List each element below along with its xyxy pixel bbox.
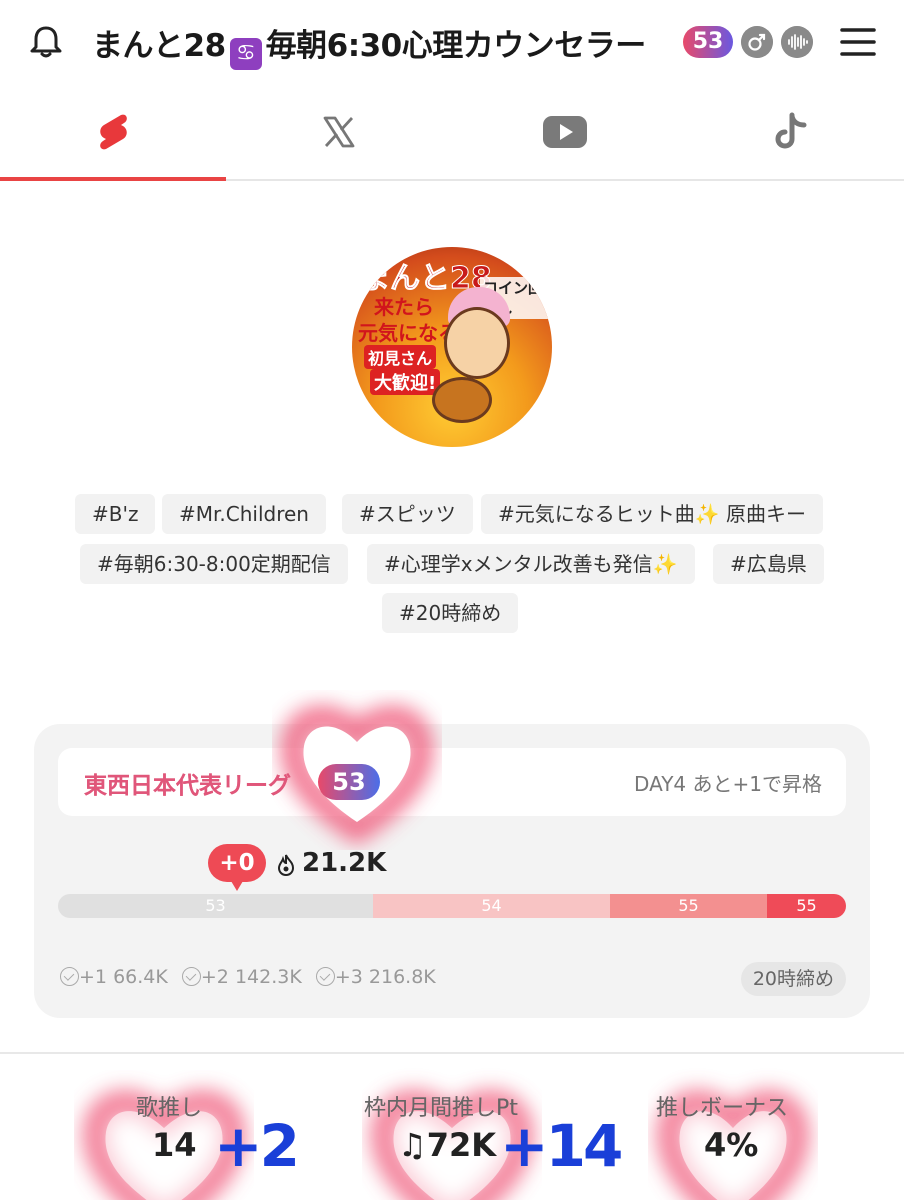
title-prefix: まんと28 (92, 28, 226, 64)
cancer-zodiac-icon: ♋ (229, 38, 262, 70)
avatar-text-newcomer: 初見さん (364, 345, 437, 369)
stat-label-bonus-overlay: 推しボーナス (656, 1096, 789, 1121)
league-name: 東西日本代表リーグ (84, 773, 291, 799)
hashtag-chip[interactable]: #B'z (75, 494, 156, 534)
song-support-increase-overlay: +2 (214, 1112, 300, 1180)
progress-segment: 55 (610, 894, 767, 918)
male-icon (741, 26, 773, 58)
social-tabs (0, 84, 904, 181)
monthly-pt-increase-overlay: +14 (500, 1112, 623, 1180)
stat-value-bonus-overlay: 4% (704, 1126, 759, 1164)
progress-segment: 53 (58, 894, 373, 918)
voice-wave-icon (781, 26, 813, 58)
league-points: 21.2K (302, 848, 387, 878)
promotion-thresholds: +1 66.4K +2 142.3K +3 216.8K (60, 966, 444, 988)
progress-segment: 54 (373, 894, 610, 918)
youtube-icon (543, 115, 587, 148)
league-card[interactable]: 東西日本代表リーグ 53 DAY4 あと+1で昇格 +0 21.2K 53 54… (34, 724, 870, 1018)
stat-label-monthly-pt-overlay: 枠内月間推しPt (364, 1096, 518, 1121)
stat-value-monthly-pt-overlay: ♫72K (398, 1126, 497, 1164)
level-badge: 53 (683, 26, 733, 58)
hashtag-chip[interactable]: #毎朝6:30-8:00定期配信 (80, 544, 348, 584)
shorts-icon (100, 114, 127, 149)
tiktok-icon (775, 112, 807, 149)
tab-shorts[interactable] (0, 84, 226, 181)
avatar-guitar (432, 377, 492, 423)
divider (0, 1052, 904, 1054)
avatar-text-welcome: 大歓迎! (370, 369, 441, 395)
profile-avatar[interactable]: まんと28 コイン回収し 来たら 元気になるよ😊 初見さん 大歓迎! (352, 247, 552, 447)
bell-icon[interactable] (26, 22, 66, 62)
hashtag-chip[interactable]: #広島県 (713, 544, 824, 584)
top-bar: まんと28 ♋ 毎朝6:30心理カウンセラー 53 (0, 0, 904, 84)
hamburger-menu-icon[interactable] (838, 24, 878, 60)
title-suffix: 毎朝6:30心理カウンセラー (265, 28, 647, 64)
hashtag-chip[interactable]: #Mr.Children (162, 494, 326, 534)
hashtag-chip[interactable]: #20時締め (382, 593, 519, 633)
hashtag-chip[interactable]: #心理学xメンタル改善も発信✨ (367, 544, 695, 584)
deadline-chip: 20時締め (740, 962, 846, 996)
check-circle-icon (315, 967, 335, 986)
hashtag-chip[interactable]: #スピッツ (342, 494, 473, 534)
threshold-item: +3 216.8K (315, 966, 436, 988)
league-header[interactable]: 東西日本代表リーグ 53 DAY4 あと+1で昇格 (58, 748, 846, 816)
league-level-badge: 53 (318, 764, 380, 800)
hashtag-chip[interactable]: #元気になるヒット曲✨ 原曲キー (481, 494, 824, 534)
x-icon (323, 116, 355, 147)
fire-icon (277, 854, 295, 876)
stat-value-song-support-overlay: 14 (152, 1126, 197, 1164)
tab-x[interactable] (226, 84, 452, 179)
avatar-character-face (444, 307, 510, 379)
stat-label-song-support-overlay: 歌推し (136, 1096, 203, 1121)
threshold-item: +2 142.3K (181, 966, 302, 988)
page-title: まんと28 ♋ 毎朝6:30心理カウンセラー (92, 20, 646, 70)
league-status: DAY4 あと+1で昇格 (634, 772, 822, 796)
tab-youtube[interactable] (452, 84, 678, 179)
league-progress-bar: 53 54 55 55 (58, 894, 846, 918)
check-circle-icon (60, 967, 79, 986)
progress-segment: 55 (767, 894, 846, 918)
rank-delta-bubble: +0 (208, 844, 266, 891)
tab-tiktok[interactable] (678, 84, 904, 179)
avatar-text-come: 来たら (374, 295, 434, 319)
threshold-item: +1 66.4K (60, 966, 168, 988)
check-circle-icon (181, 967, 201, 986)
